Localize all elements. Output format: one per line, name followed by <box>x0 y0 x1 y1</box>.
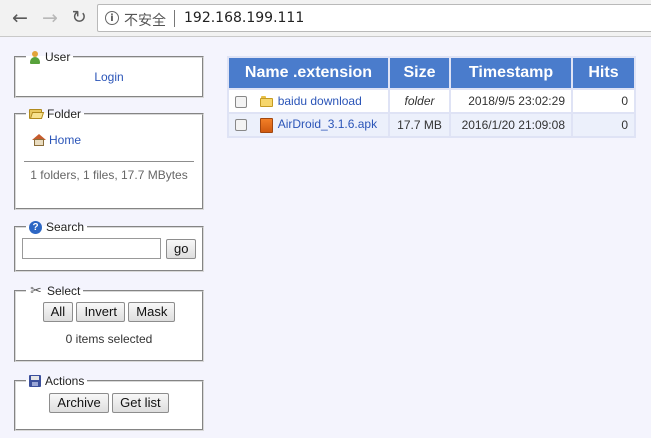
user-panel-legend: User <box>26 50 73 64</box>
back-arrow-icon[interactable]: ← <box>8 6 32 30</box>
folder-stats: 1 folders, 1 files, 17.7 MBytes <box>30 168 188 182</box>
row-checkbox[interactable] <box>235 95 247 108</box>
browser-toolbar: ← → ↻ i 不安全 192.168.199.111 <box>0 0 651 37</box>
column-header-timestamp[interactable]: Timestamp <box>451 58 571 88</box>
folder-panel: Folder Home 1 folders, 1 files, 17.7 MBy… <box>14 107 204 210</box>
user-icon <box>29 50 41 64</box>
get-list-button[interactable]: Get list <box>112 393 169 413</box>
folder-panel-legend: Folder <box>26 107 84 121</box>
column-header-size[interactable]: Size <box>390 58 449 88</box>
reload-icon[interactable]: ↻ <box>67 6 91 30</box>
column-header-name[interactable]: Name .extension <box>229 58 388 88</box>
home-link[interactable]: Home <box>49 133 81 147</box>
table-header-row: Name .extension Size Timestamp Hits <box>229 58 634 88</box>
file-hits-cell: 0 <box>573 114 634 136</box>
file-size-cell: folder <box>390 90 449 112</box>
url-text[interactable]: 192.168.199.111 <box>184 10 304 26</box>
select-panel-title: Select <box>47 284 81 298</box>
help-icon: ? <box>29 220 42 234</box>
home-icon <box>32 134 46 146</box>
select-mask-button[interactable]: Mask <box>128 302 176 322</box>
folder-open-icon <box>29 108 45 120</box>
folder-divider <box>24 161 194 162</box>
column-header-hits[interactable]: Hits <box>573 58 634 88</box>
search-go-button[interactable]: go <box>166 238 197 259</box>
file-name-cell: AirDroid_3.1.6.apk <box>229 114 388 136</box>
apk-file-icon <box>259 117 273 133</box>
security-label[interactable]: 不安全 <box>124 10 166 30</box>
actions-panel-title: Actions <box>45 374 85 388</box>
select-invert-button[interactable]: Invert <box>76 302 125 322</box>
info-icon[interactable]: i <box>105 11 119 25</box>
file-timestamp-cell: 2016/1/20 21:09:08 <box>451 114 571 136</box>
login-link[interactable]: Login <box>94 70 123 84</box>
select-all-button[interactable]: All <box>42 302 74 322</box>
file-hits-cell: 0 <box>573 90 634 112</box>
search-input[interactable] <box>22 238 161 259</box>
save-disk-icon <box>29 375 41 387</box>
home-nav[interactable]: Home <box>32 133 196 147</box>
file-timestamp-cell: 2018/9/5 23:02:29 <box>451 90 571 112</box>
file-table: Name .extension Size Timestamp Hits baid… <box>227 56 636 138</box>
file-name-cell: baidu download <box>229 90 388 112</box>
table-row: baidu download folder 2018/9/5 23:02:29 … <box>229 90 634 112</box>
file-link[interactable]: baidu download <box>278 94 362 108</box>
table-row: AirDroid_3.1.6.apk 17.7 MB 2016/1/20 21:… <box>229 114 634 136</box>
row-checkbox[interactable] <box>235 119 247 132</box>
folder-panel-title: Folder <box>47 107 82 121</box>
search-panel-legend: ? Search <box>26 220 87 234</box>
selection-status: 0 items selected <box>65 332 153 346</box>
actions-panel-legend: Actions <box>26 374 87 388</box>
file-size-cell: 17.7 MB <box>390 114 449 136</box>
search-panel-title: Search <box>46 220 85 234</box>
user-panel-title: User <box>45 50 71 64</box>
select-panel-legend: ✂ Select <box>26 283 83 299</box>
file-link[interactable]: AirDroid_3.1.6.apk <box>278 117 377 131</box>
user-panel: User Login <box>14 50 204 98</box>
address-bar[interactable]: i 不安全 192.168.199.111 <box>97 4 651 32</box>
archive-button[interactable]: Archive <box>49 393 109 413</box>
address-divider <box>174 10 175 27</box>
select-panel: ✂ Select All Invert Mask 0 items selecte… <box>14 283 204 362</box>
actions-panel: Actions Archive Get list <box>14 374 204 431</box>
forward-arrow-icon[interactable]: → <box>38 6 62 30</box>
search-panel: ? Search go <box>14 220 205 272</box>
scissors-icon: ✂ <box>30 283 42 299</box>
folder-icon <box>259 96 273 108</box>
